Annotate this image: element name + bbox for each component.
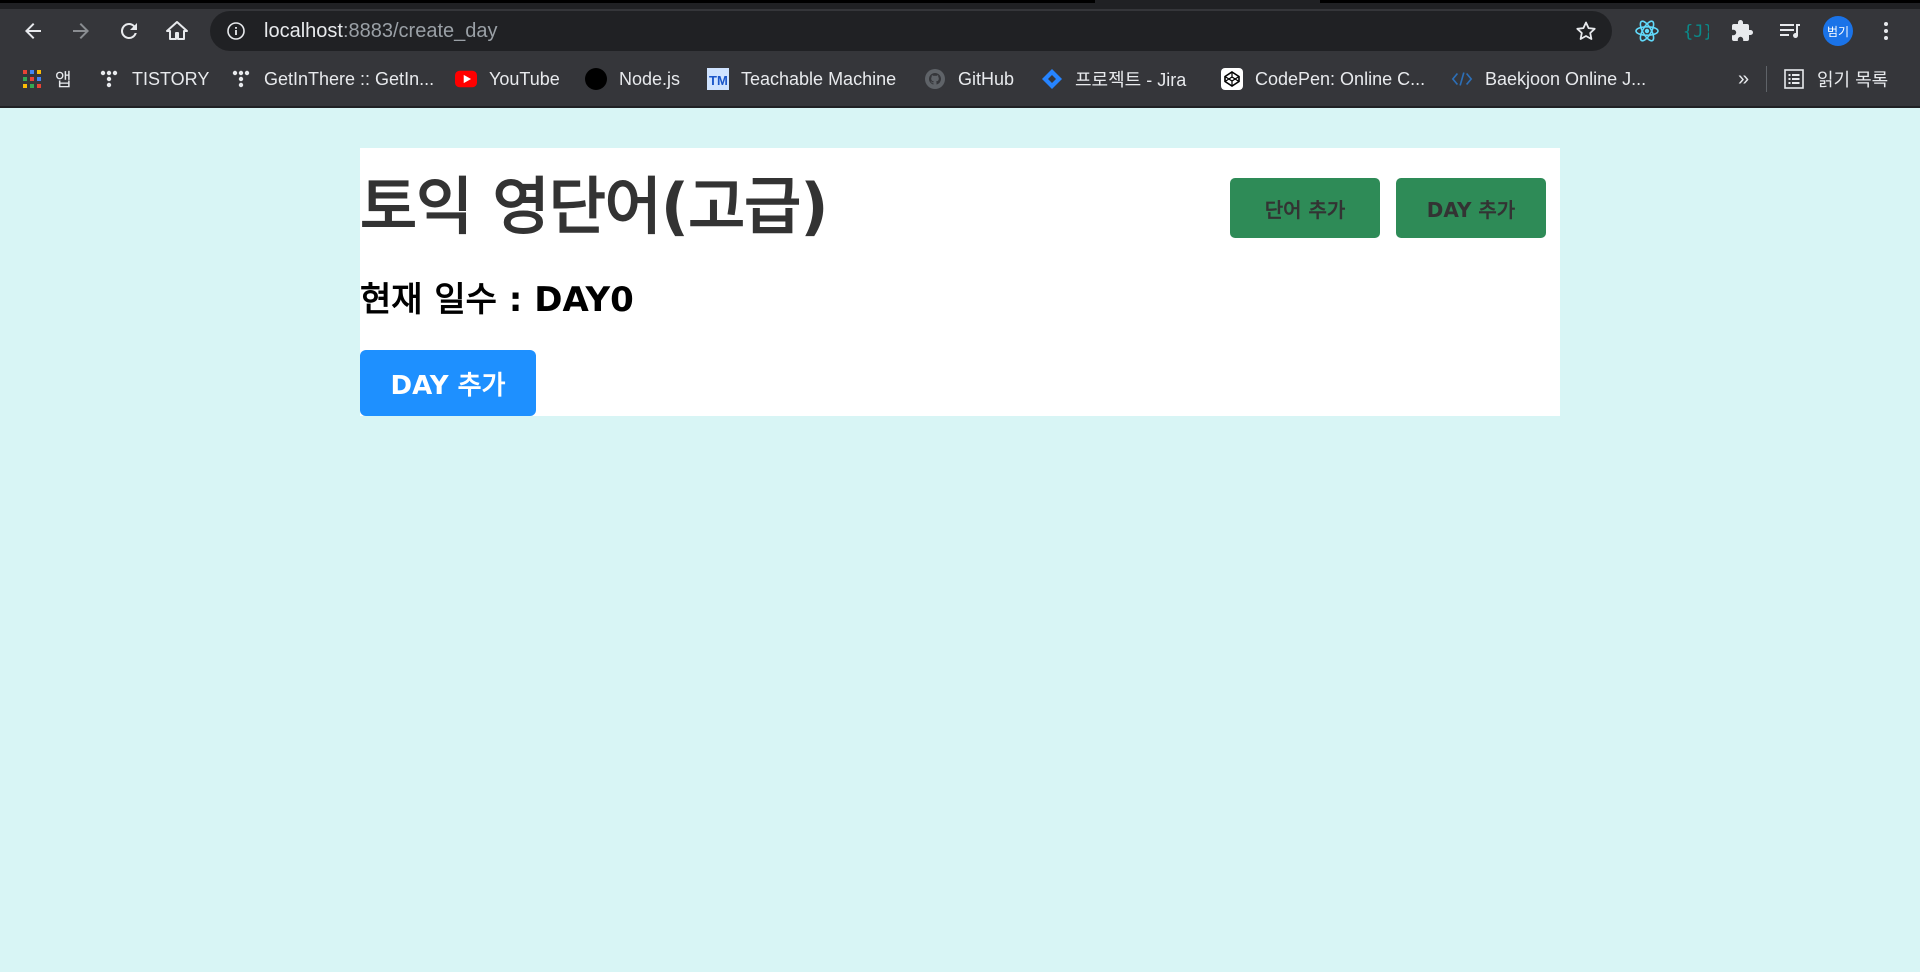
current-day-count: 현재 일수 : DAY0 (360, 280, 634, 320)
add-day-button[interactable]: DAY 추가 (360, 350, 536, 416)
home-button[interactable] (157, 11, 197, 51)
back-arrow-icon (25, 23, 41, 39)
bookmark-label: Baekjoon Online J... (1485, 68, 1647, 89)
bookmark-label: 프로젝트 - Jira (1075, 70, 1187, 90)
tab-strip-segment (1320, 0, 1920, 3)
baekjoon-icon (1451, 68, 1473, 90)
page-title: 토익 영단어(고급) (360, 156, 829, 246)
bookmarks-divider (1766, 66, 1767, 92)
kebab-menu-icon (1884, 22, 1888, 40)
bookmark-label: TISTORY (132, 68, 210, 89)
apps-grid-icon (21, 68, 43, 90)
reload-icon (121, 23, 137, 39)
tistory-icon (98, 68, 120, 90)
bookmark-label: GitHub (958, 68, 1015, 89)
bookmark-youtube[interactable]: YouTube (455, 61, 560, 97)
bookmark-teachable-machine[interactable]: TM Teachable Machine (707, 61, 896, 97)
json-viewer-icon[interactable]: {J} (1675, 11, 1715, 51)
svg-text:{J}: {J} (1683, 22, 1709, 42)
teachable-machine-icon: TM (707, 68, 729, 90)
jira-icon (1041, 68, 1063, 90)
bookmark-codepen[interactable]: CodePen: Online C... (1221, 61, 1425, 97)
tab-strip-segment (0, 0, 1095, 3)
browser-toolbar: localhost:8883/create_day {J} 범기 (0, 9, 1920, 54)
github-icon (924, 68, 946, 90)
site-info-icon[interactable] (224, 19, 248, 43)
svg-text:TM: TM (709, 73, 728, 88)
browser-chrome: localhost:8883/create_day {J} 범기 (0, 0, 1920, 108)
bookmark-nodejs[interactable]: Node.js (585, 61, 680, 97)
page-viewport: 토익 영단어(고급) 단어 추가 DAY 추가 현재 일수 : DAY0 DAY… (0, 108, 1920, 972)
bookmark-label: Teachable Machine (741, 68, 897, 89)
getinthere-icon (230, 68, 252, 90)
bookmark-jira[interactable]: 프로젝트 - Jira (1041, 61, 1186, 97)
home-icon (166, 21, 188, 40)
bookmark-getinthere[interactable]: GetInThere :: GetIn... (230, 61, 434, 97)
youtube-icon (455, 68, 477, 90)
reading-list-icon (1783, 68, 1805, 90)
bookmarks-overflow-button[interactable]: » (1738, 61, 1749, 97)
header-menu: 단어 추가 DAY 추가 (1230, 178, 1546, 238)
react-devtools-icon[interactable] (1627, 11, 1667, 51)
browser-menu-button[interactable] (1866, 11, 1906, 51)
add-day-link-button[interactable]: DAY 추가 (1396, 178, 1546, 238)
avatar: 범기 (1823, 16, 1853, 46)
url-path: :8883/create_day (342, 19, 498, 42)
bookmarks-bar: 앱 TISTORY GetInThere :: GetIn... YouTube… (0, 61, 1920, 97)
nodejs-icon (585, 68, 607, 90)
address-bar[interactable]: localhost:8883/create_day (210, 11, 1612, 51)
forward-button[interactable] (61, 11, 101, 51)
extensions-puzzle-icon[interactable] (1722, 11, 1762, 51)
bookmark-label: YouTube (489, 68, 560, 89)
app-container: 토익 영단어(고급) 단어 추가 DAY 추가 현재 일수 : DAY0 DAY… (360, 148, 1560, 416)
url-text: localhost:8883/create_day (264, 20, 498, 43)
media-control-icon[interactable] (1770, 11, 1810, 51)
reading-list-button[interactable]: 읽기 목록 (1783, 61, 1888, 97)
codepen-icon (1221, 68, 1243, 90)
profile-button[interactable]: 범기 (1818, 11, 1858, 51)
bookmark-baekjoon[interactable]: Baekjoon Online J... (1451, 61, 1646, 97)
home-link[interactable]: 토익 영단어(고급) (360, 170, 829, 243)
add-word-link-button[interactable]: 단어 추가 (1230, 178, 1380, 238)
bookmark-label: 앱 (55, 70, 72, 90)
bookmark-github[interactable]: GitHub (924, 61, 1014, 97)
bookmark-tistory[interactable]: TISTORY (98, 61, 209, 97)
reading-list-label: 읽기 목록 (1817, 70, 1889, 90)
bookmark-label: CodePen: Online C... (1255, 68, 1426, 89)
forward-arrow-icon (73, 23, 89, 39)
overflow-chevron-icon: » (1738, 67, 1750, 90)
back-button[interactable] (13, 11, 53, 51)
url-host: localhost (264, 19, 343, 42)
reload-button[interactable] (109, 11, 149, 51)
bookmark-star-icon[interactable] (1574, 19, 1598, 43)
bookmark-apps[interactable]: 앱 (21, 61, 72, 97)
bookmark-label: GetInThere :: GetIn... (264, 68, 435, 89)
bookmark-label: Node.js (619, 68, 681, 89)
